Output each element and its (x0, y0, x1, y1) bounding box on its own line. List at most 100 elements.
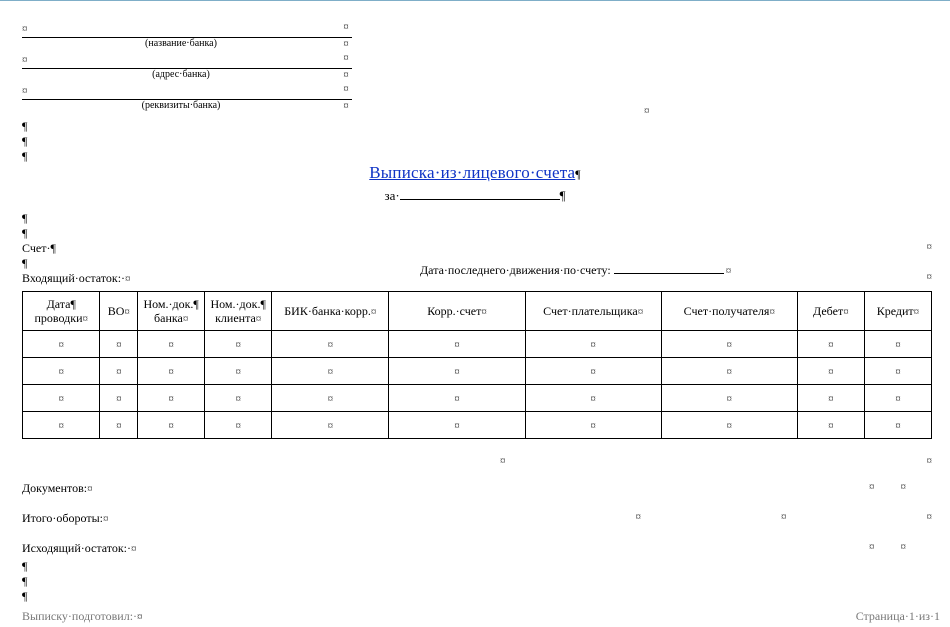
turnover-row: Итого·обороты:¤ (22, 511, 108, 526)
col-header-3: Ном.·док.¶клиента¤ (205, 292, 272, 331)
row-end-mark: ¤ (927, 271, 933, 283)
col-header-2: Ном.·док.¶банка¤ (138, 292, 205, 331)
cell[interactable]: ¤ (138, 331, 205, 358)
bank-addr-field[interactable]: ¤ (22, 52, 340, 69)
row-end-mark: ¤ (340, 52, 352, 69)
bank-info-table: ¤ ¤ (название·банка) ¤ ¤ ¤ (адрес·банка)… (22, 21, 352, 114)
col-header-4: БИК·банка·корр.¤ (272, 292, 389, 331)
main-table-wrap: Дата¶проводки¤ВО¤Ном.·док.¶банка¤Ном.·до… (22, 291, 932, 439)
cell[interactable]: ¤ (525, 412, 661, 439)
cell[interactable]: ¤ (797, 358, 864, 385)
cell[interactable]: ¤ (100, 331, 138, 358)
cell[interactable]: ¤ (525, 331, 661, 358)
cell[interactable]: ¤ (661, 412, 797, 439)
cell[interactable]: ¤ (100, 385, 138, 412)
cell[interactable]: ¤ (272, 412, 389, 439)
page-number: Страница·1·из·1 (856, 609, 940, 624)
row-end-mark: ¤ (340, 100, 352, 115)
incoming-balance-row: Входящий·остаток:·¤ (22, 271, 131, 286)
row-end-mark: ¤ (927, 455, 933, 467)
table-row: ¤¤¤¤¤¤¤¤¤¤ (23, 331, 932, 358)
cell[interactable]: ¤ (389, 385, 525, 412)
col-header-9: Кредит¤ (864, 292, 931, 331)
page: ¤ ¤ (название·банка) ¤ ¤ ¤ (адрес·банка)… (0, 0, 950, 627)
cell[interactable]: ¤ (797, 412, 864, 439)
cell[interactable]: ¤ (864, 358, 931, 385)
cell[interactable]: ¤ (389, 358, 525, 385)
cell[interactable]: ¤ (23, 331, 100, 358)
cell[interactable]: ¤ (272, 385, 389, 412)
documents-end-marks: ¤¤ (869, 481, 932, 493)
table-row: ¤¤¤¤¤¤¤¤¤¤ (23, 358, 932, 385)
cell[interactable]: ¤ (23, 412, 100, 439)
cell[interactable]: ¤ (661, 331, 797, 358)
col-header-0: Дата¶проводки¤ (23, 292, 100, 331)
outgoing-balance-label: Исходящий·остаток:· (22, 541, 131, 555)
table-head: Дата¶проводки¤ВО¤Ном.·док.¶банка¤Ном.·до… (23, 292, 932, 331)
row-end-mark: ¤ (927, 241, 933, 253)
cell[interactable]: ¤ (864, 385, 931, 412)
cell[interactable]: ¤ (205, 412, 272, 439)
cell[interactable]: ¤ (272, 358, 389, 385)
col-header-1: ВО¤ (100, 292, 138, 331)
cell[interactable]: ¤ (23, 385, 100, 412)
col-header-7: Счет·получателя¤ (661, 292, 797, 331)
bank-req-field[interactable]: ¤ (22, 83, 340, 100)
bank-req-caption: (реквизиты·банка) (22, 100, 340, 115)
bank-addr-caption: (адрес·банка) (22, 69, 340, 84)
cell[interactable]: ¤ (100, 358, 138, 385)
stray-mark: ¤ (644, 105, 650, 117)
cell[interactable]: ¤ (272, 331, 389, 358)
empty-para: ¶ (22, 211, 27, 226)
cell[interactable]: ¤ (389, 331, 525, 358)
documents-row: Документов:¤ (22, 481, 93, 496)
cell[interactable]: ¤ (525, 358, 661, 385)
cell[interactable]: ¤ (138, 385, 205, 412)
cell[interactable]: ¤ (205, 331, 272, 358)
title-date-underline[interactable] (400, 187, 560, 200)
row-end-mark: ¤ (340, 38, 352, 53)
cell[interactable]: ¤ (205, 358, 272, 385)
col-header-8: Дебет¤ (797, 292, 864, 331)
cell[interactable]: ¤ (661, 385, 797, 412)
prepared-by-row: Выписку·подготовил:·¤ (22, 609, 143, 624)
title-za-label: за· (384, 188, 399, 203)
cell[interactable]: ¤ (23, 358, 100, 385)
stray-mark: ¤ (500, 455, 506, 467)
cell[interactable]: ¤ (100, 412, 138, 439)
title-para-mark: ¶ (575, 167, 580, 181)
incoming-balance-label: Входящий·остаток:· (22, 271, 125, 285)
table-body: ¤¤¤¤¤¤¤¤¤¤¤¤¤¤¤¤¤¤¤¤¤¤¤¤¤¤¤¤¤¤¤¤¤¤¤¤¤¤¤¤ (23, 331, 932, 439)
cell[interactable]: ¤ (205, 385, 272, 412)
cell[interactable]: ¤ (797, 385, 864, 412)
title-date-row: за·¶ (0, 187, 950, 204)
row-end-mark: ¤ (340, 83, 352, 100)
outgoing-balance-row: Исходящий·остаток:·¤ (22, 541, 137, 556)
col-header-5: Корр.·счет¤ (389, 292, 525, 331)
last-movement-row: Дата·последнего·движения·по·счету: ¤ (420, 261, 731, 278)
cell[interactable]: ¤ (389, 412, 525, 439)
transactions-table: Дата¶проводки¤ВО¤Ном.·док.¶банка¤Ном.·до… (22, 291, 932, 439)
turnover-end-marks: ¤¤¤ (566, 511, 933, 523)
outgoing-end-marks: ¤¤ (869, 541, 932, 553)
cell[interactable]: ¤ (138, 358, 205, 385)
prepared-by-label: Выписку·подготовил:· (22, 609, 137, 623)
cell[interactable]: ¤ (864, 331, 931, 358)
tail-empty-paragraphs: ¶ ¶ ¶ (22, 559, 27, 604)
empty-para: ¶ (22, 256, 27, 271)
page-number-text: Страница·1·из·1 (856, 609, 940, 623)
account-label: Счет· (22, 241, 50, 255)
bank-name-field[interactable]: ¤ (22, 21, 340, 38)
account-row: Счет·¶ (22, 241, 56, 256)
cell[interactable]: ¤ (661, 358, 797, 385)
empty-para: ¶ (22, 226, 27, 241)
row-end-mark: ¤ (340, 21, 352, 38)
bank-name-caption: (название·банка) (22, 38, 340, 53)
cell[interactable]: ¤ (864, 412, 931, 439)
cell[interactable]: ¤ (797, 331, 864, 358)
cell[interactable]: ¤ (138, 412, 205, 439)
title-link[interactable]: Выписка·из·лицевого·счета (369, 163, 575, 182)
cell[interactable]: ¤ (525, 385, 661, 412)
table-row: ¤¤¤¤¤¤¤¤¤¤ (23, 385, 932, 412)
last-movement-underline[interactable] (614, 261, 724, 274)
